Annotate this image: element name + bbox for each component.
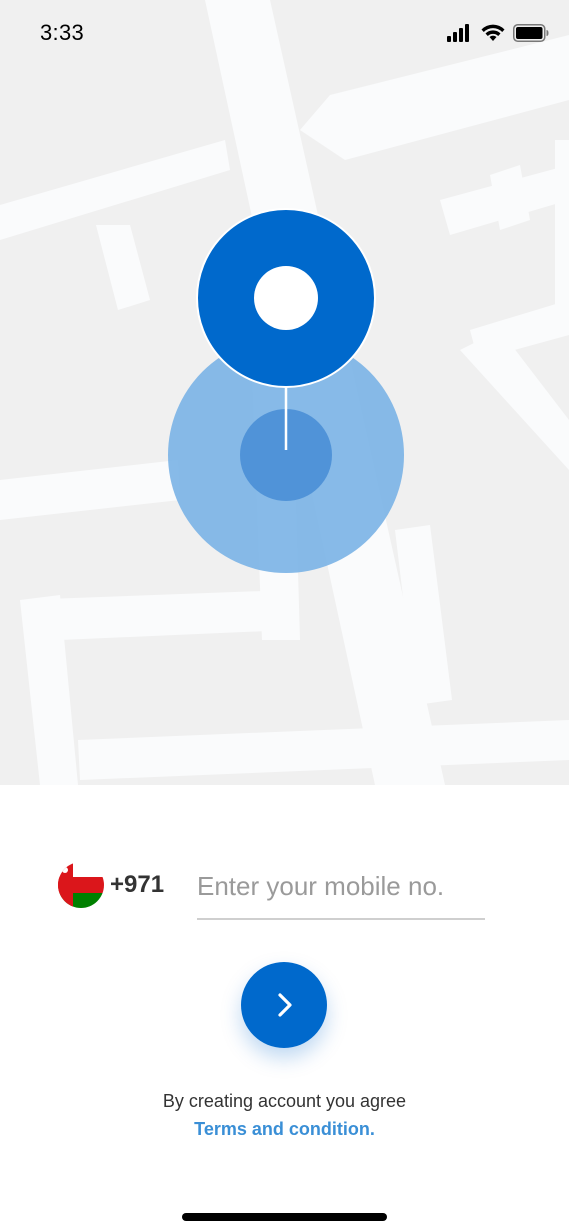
chevron-right-icon [278,993,292,1017]
map-background [0,0,569,785]
location-pin [0,0,569,785]
pin-hole [254,266,318,330]
status-icons [447,22,549,44]
status-bar: 3:33 [0,0,569,66]
mobile-number-field[interactable] [197,862,485,920]
oman-flag-icon[interactable] [58,862,104,908]
battery-icon [513,24,549,42]
dial-code[interactable]: +971 [110,871,164,899]
home-indicator[interactable] [182,1213,387,1221]
signal-icon [447,24,469,42]
wifi-icon [481,24,505,41]
mobile-number-input[interactable] [197,862,485,910]
terms-text: By creating account you agree [162,1091,407,1111]
status-time: 3:33 [40,20,85,45]
terms-link[interactable]: Terms and condition. [0,1119,569,1140]
next-button[interactable] [241,962,327,1048]
